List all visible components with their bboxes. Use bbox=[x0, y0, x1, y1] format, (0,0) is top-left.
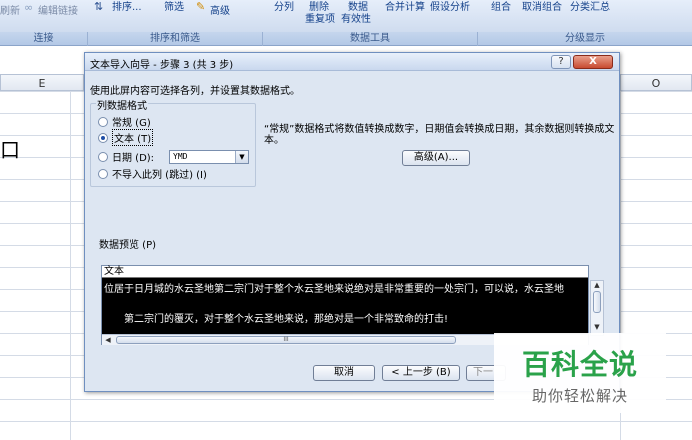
subtotal-button[interactable]: 分类汇总 bbox=[570, 0, 610, 13]
radio-date-circle[interactable] bbox=[98, 151, 108, 162]
watermark-subtitle: 助你轻松解决 bbox=[531, 387, 628, 405]
cancel-button[interactable]: 取消 bbox=[313, 365, 375, 381]
cell-text: 口 bbox=[0, 138, 20, 162]
scroll-up-icon[interactable]: ▲ bbox=[591, 281, 603, 289]
instruction-text: 使用此屏内容可选择各列，并设置其数据格式。 bbox=[90, 86, 300, 97]
ungroup-button[interactable]: 取消组合 bbox=[522, 0, 562, 13]
watermark-logo: 百科全说 助你轻松解决 bbox=[494, 333, 666, 413]
radio-general[interactable]: 常规 (G) bbox=[98, 115, 151, 129]
ribbon: 刷新 ∞ 编辑链接 ⇅ 排序... 筛选 ✎ 高级 分列 删除 重复项 数据 有… bbox=[0, 0, 692, 32]
group-data-tools: 数据工具 bbox=[263, 32, 478, 46]
radio-date-label: 日期 (D): bbox=[112, 153, 155, 164]
sort-az-icon: ⇅ bbox=[94, 0, 104, 13]
chevron-down-icon[interactable]: ▼ bbox=[235, 151, 248, 163]
filter-button[interactable]: 筛选 bbox=[164, 0, 184, 13]
radio-skip-circle[interactable] bbox=[98, 168, 108, 179]
preview-vertical-scrollbar[interactable]: ▲ ▼ bbox=[590, 280, 604, 336]
column-header-e[interactable]: E bbox=[0, 74, 84, 91]
radio-text-label: 文本 (T) bbox=[112, 129, 154, 146]
preview-row: 位居于日月城的水云圣地第二宗门对于整个水云圣地来说绝对是非常重要的一处宗门，可以… bbox=[104, 284, 564, 295]
edit-links-button[interactable]: 编辑链接 bbox=[38, 2, 78, 17]
scroll-down-icon[interactable]: ▼ bbox=[591, 323, 603, 331]
close-button[interactable]: X bbox=[573, 55, 613, 69]
format-description: “常规”数据格式将数值转换成数字，日期值会转换成日期，其余数据则转换成文本。 bbox=[264, 124, 615, 146]
what-if-button[interactable]: 假设分析 bbox=[430, 0, 470, 13]
column-header-o[interactable]: O bbox=[620, 74, 692, 91]
radio-text-circle[interactable] bbox=[98, 132, 108, 143]
dialog-titlebar[interactable]: 文本导入向导 - 步骤 3 (共 3 步) ? X bbox=[85, 53, 619, 71]
preview-row: 第二宗门的覆灭，对于整个水云圣地来说，那绝对是一个非常致命的打击! bbox=[124, 314, 449, 325]
advanced-button[interactable]: 高级(A)... bbox=[402, 150, 470, 166]
text-to-columns-button[interactable]: 分列 bbox=[274, 0, 294, 13]
remove-duplicates-label: 重复项 bbox=[305, 14, 335, 25]
preview-column-header[interactable]: 文本 bbox=[102, 266, 588, 278]
radio-text[interactable]: 文本 (T) bbox=[98, 129, 154, 146]
advanced-filter-button[interactable]: 高级 bbox=[210, 2, 230, 17]
refresh-button[interactable]: 刷新 bbox=[0, 2, 20, 17]
back-button[interactable]: < 上一步 (B) bbox=[382, 365, 460, 381]
help-button[interactable]: ? bbox=[551, 55, 571, 69]
group-sort-filter: 排序和筛选 bbox=[88, 32, 263, 46]
column-format-legend: 列数据格式 bbox=[96, 97, 148, 112]
data-preview-label: 数据预览 (P) bbox=[99, 240, 157, 251]
data-validation-label: 有效性 bbox=[341, 14, 371, 25]
radio-general-label: 常规 (G) bbox=[112, 118, 151, 129]
group-connections: 连接 bbox=[0, 32, 88, 46]
radio-general-circle[interactable] bbox=[98, 116, 108, 127]
group-outline: 分级显示 bbox=[565, 33, 605, 44]
watermark-title: 百科全说 bbox=[521, 348, 638, 381]
vertical-scroll-thumb[interactable] bbox=[593, 291, 601, 313]
date-format-value: YMD bbox=[173, 152, 188, 161]
date-format-select[interactable]: YMD ▼ bbox=[169, 150, 249, 164]
consolidate-button[interactable]: 合并计算 bbox=[385, 0, 425, 13]
ribbon-group-labels: 连接 排序和筛选 数据工具 分级显示 bbox=[0, 32, 692, 46]
dialog-title: 文本导入向导 - 步骤 3 (共 3 步) bbox=[90, 60, 234, 71]
advanced-filter-icon: ✎ bbox=[196, 0, 206, 13]
group-button[interactable]: 组合 bbox=[491, 0, 511, 13]
radio-date[interactable]: 日期 (D): bbox=[98, 150, 155, 164]
scroll-left-icon[interactable]: ◀ bbox=[103, 335, 113, 345]
radio-skip[interactable]: 不导入此列 (跳过) (I) bbox=[98, 167, 207, 181]
sort-button[interactable]: 排序... bbox=[112, 0, 142, 13]
radio-skip-label: 不导入此列 (跳过) (I) bbox=[112, 170, 207, 181]
link-icon: ∞ bbox=[24, 1, 34, 14]
horizontal-scroll-thumb[interactable]: III bbox=[116, 336, 456, 344]
